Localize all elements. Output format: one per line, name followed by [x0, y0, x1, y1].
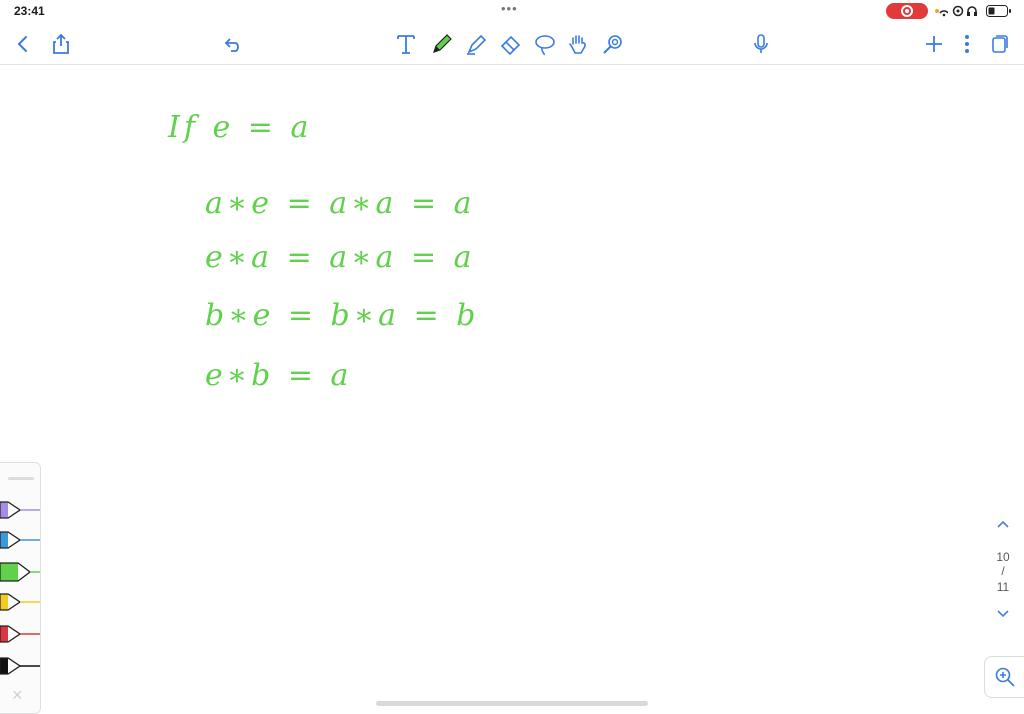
pages-icon[interactable]	[986, 30, 1014, 58]
zoom-in-icon[interactable]	[984, 656, 1024, 698]
pen-green-selected[interactable]	[0, 561, 40, 585]
laser-pointer-icon[interactable]	[599, 30, 627, 58]
location-icon	[952, 4, 964, 22]
pen-black[interactable]	[0, 655, 40, 679]
share-icon[interactable]	[47, 30, 75, 58]
previous-page-icon[interactable]	[986, 516, 1020, 534]
pen-tray: ×	[0, 462, 41, 714]
tray-drag-handle[interactable]	[8, 477, 34, 480]
total-pages: 11	[996, 580, 1010, 594]
add-page-icon[interactable]	[920, 30, 948, 58]
multitasking-dots-icon[interactable]: •••	[501, 1, 518, 16]
handwritten-line: e∗b = a	[205, 358, 353, 393]
pen-purple[interactable]	[0, 499, 40, 523]
next-page-icon[interactable]	[986, 606, 1020, 624]
status-time: 23:41	[14, 4, 45, 18]
close-tray-icon[interactable]: ×	[12, 685, 23, 706]
pen-red[interactable]	[0, 623, 40, 647]
headphones-icon	[966, 4, 978, 22]
toolbar-substrip	[0, 64, 1024, 90]
handwritten-line: a∗e = a∗a = a	[205, 186, 476, 221]
battery-icon	[986, 4, 1012, 22]
pen-tool-icon[interactable]	[428, 30, 456, 58]
text-tool-icon[interactable]	[392, 30, 420, 58]
lasso-tool-icon[interactable]	[531, 30, 559, 58]
toolbar	[0, 24, 1024, 64]
microphone-icon[interactable]	[747, 30, 775, 58]
pen-yellow[interactable]	[0, 591, 40, 615]
wifi-icon	[934, 4, 949, 22]
page-navigator: 10 / 11	[986, 516, 1020, 624]
highlighter-tool-icon[interactable]	[463, 30, 491, 58]
note-canvas[interactable]	[0, 89, 1024, 712]
home-indicator[interactable]	[376, 701, 648, 706]
status-icons	[934, 4, 1014, 18]
back-icon[interactable]	[9, 30, 37, 58]
more-options-icon[interactable]	[953, 30, 981, 58]
status-bar: 23:41 •••	[0, 0, 1024, 24]
current-page-number: 10	[996, 550, 1010, 564]
page-separator: /	[1001, 564, 1005, 578]
handwritten-line: e∗a = a∗a = a	[205, 240, 476, 275]
handwritten-line: b∗e = b∗a = b	[205, 298, 480, 333]
handwritten-line: If e = a	[168, 110, 313, 145]
recording-icon[interactable]	[886, 3, 928, 19]
pen-blue[interactable]	[0, 529, 40, 553]
undo-icon[interactable]	[220, 30, 248, 58]
hand-tool-icon[interactable]	[565, 30, 593, 58]
eraser-tool-icon[interactable]	[497, 30, 525, 58]
